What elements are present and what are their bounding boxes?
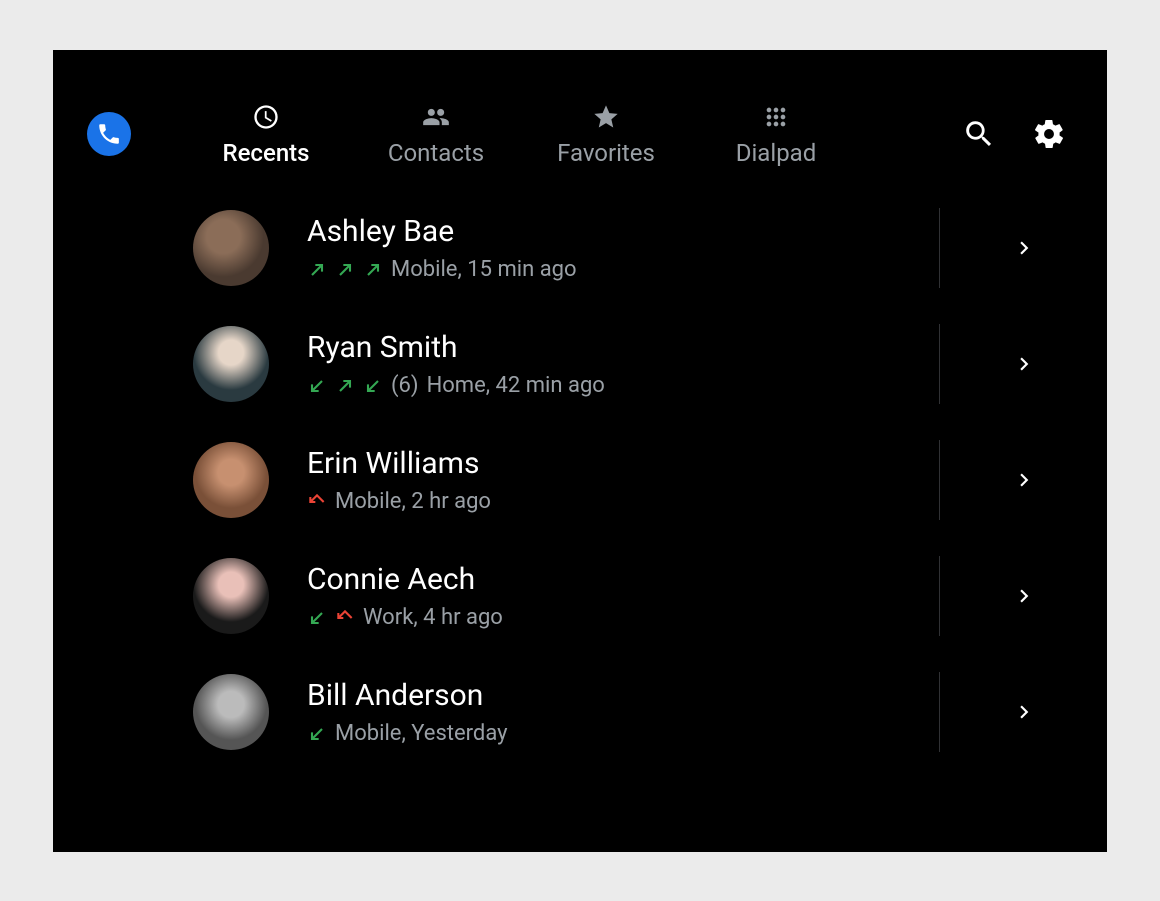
- phone-app-window: Recents Contacts Favorites Dialpad: [53, 50, 1107, 852]
- call-meta: Work, 4 hr ago: [363, 605, 503, 630]
- recents-list: Ashley Bae Mobile, 15 min ago Ryan Smith (6…: [53, 190, 1107, 770]
- recents-row[interactable]: Ashley Bae Mobile, 15 min ago: [193, 190, 1107, 306]
- tab-favorites[interactable]: Favorites: [521, 101, 691, 167]
- row-detail-button[interactable]: [939, 556, 1107, 636]
- contact-name: Ashley Bae: [307, 214, 939, 249]
- outgoing-call-icon: [363, 260, 383, 280]
- outgoing-call-icon: [335, 260, 355, 280]
- chevron-right-icon: [1011, 699, 1037, 725]
- toolbar-right: [961, 116, 1067, 152]
- contact-avatar[interactable]: [193, 442, 269, 518]
- call-count: (6): [391, 373, 419, 398]
- call-meta: Mobile, 2 hr ago: [335, 489, 491, 514]
- call-meta: Mobile, Yesterday: [335, 721, 508, 746]
- row-info: Ryan Smith (6) Home, 42 min ago: [307, 330, 939, 398]
- call-subline: Work, 4 hr ago: [307, 605, 939, 630]
- row-info: Ashley Bae Mobile, 15 min ago: [307, 214, 939, 282]
- row-detail-button[interactable]: [939, 324, 1107, 404]
- tab-recents[interactable]: Recents: [181, 101, 351, 167]
- tab-label: Dialpad: [736, 139, 817, 167]
- row-detail-button[interactable]: [939, 208, 1107, 288]
- recents-row[interactable]: Bill Anderson Mobile, Yesterday: [193, 654, 1107, 770]
- row-detail-button[interactable]: [939, 440, 1107, 520]
- contact-avatar[interactable]: [193, 326, 269, 402]
- missed-call-icon: [307, 492, 327, 512]
- row-info: Connie Aech Work, 4 hr ago: [307, 562, 939, 630]
- settings-button[interactable]: [1031, 116, 1067, 152]
- contact-name: Erin Williams: [307, 446, 939, 481]
- call-direction-icons: [307, 608, 355, 628]
- call-meta: Mobile, 15 min ago: [391, 257, 577, 282]
- tab-dialpad[interactable]: Dialpad: [691, 101, 861, 167]
- row-detail-button[interactable]: [939, 672, 1107, 752]
- people-icon: [422, 101, 450, 133]
- chevron-right-icon: [1011, 351, 1037, 377]
- missed-call-icon: [335, 608, 355, 628]
- tab-contacts[interactable]: Contacts: [351, 101, 521, 167]
- call-subline: Mobile, Yesterday: [307, 721, 939, 746]
- contact-name: Connie Aech: [307, 562, 939, 597]
- call-subline: Mobile, 2 hr ago: [307, 489, 939, 514]
- outgoing-call-icon: [307, 260, 327, 280]
- incoming-call-icon: [363, 376, 383, 396]
- top-bar: Recents Contacts Favorites Dialpad: [53, 50, 1107, 190]
- contact-avatar[interactable]: [193, 210, 269, 286]
- incoming-call-icon: [307, 376, 327, 396]
- recents-row[interactable]: Connie Aech Work, 4 hr ago: [193, 538, 1107, 654]
- contact-name: Ryan Smith: [307, 330, 939, 365]
- call-subline: Mobile, 15 min ago: [307, 257, 939, 282]
- call-direction-icons: [307, 376, 383, 396]
- row-info: Bill Anderson Mobile, Yesterday: [307, 678, 939, 746]
- tab-bar: Recents Contacts Favorites Dialpad: [181, 101, 861, 167]
- star-icon: [592, 101, 620, 133]
- clock-icon: [252, 101, 280, 133]
- call-direction-icons: [307, 260, 383, 280]
- search-button[interactable]: [961, 116, 997, 152]
- recents-row[interactable]: Ryan Smith (6) Home, 42 min ago: [193, 306, 1107, 422]
- incoming-call-icon: [307, 724, 327, 744]
- outgoing-call-icon: [335, 376, 355, 396]
- call-direction-icons: [307, 492, 327, 512]
- contact-avatar[interactable]: [193, 674, 269, 750]
- tab-label: Recents: [222, 139, 309, 167]
- chevron-right-icon: [1011, 235, 1037, 261]
- phone-icon: [96, 121, 122, 147]
- gear-icon: [1032, 117, 1066, 151]
- tab-label: Contacts: [388, 139, 484, 167]
- incoming-call-icon: [307, 608, 327, 628]
- search-icon: [962, 117, 996, 151]
- row-info: Erin Williams Mobile, 2 hr ago: [307, 446, 939, 514]
- contact-avatar[interactable]: [193, 558, 269, 634]
- call-subline: (6) Home, 42 min ago: [307, 373, 939, 398]
- call-meta: Home, 42 min ago: [427, 373, 605, 398]
- app-phone-badge[interactable]: [87, 112, 131, 156]
- call-direction-icons: [307, 724, 327, 744]
- recents-row[interactable]: Erin Williams Mobile, 2 hr ago: [193, 422, 1107, 538]
- chevron-right-icon: [1011, 583, 1037, 609]
- dialpad-icon: [762, 101, 790, 133]
- tab-label: Favorites: [557, 139, 655, 167]
- contact-name: Bill Anderson: [307, 678, 939, 713]
- chevron-right-icon: [1011, 467, 1037, 493]
